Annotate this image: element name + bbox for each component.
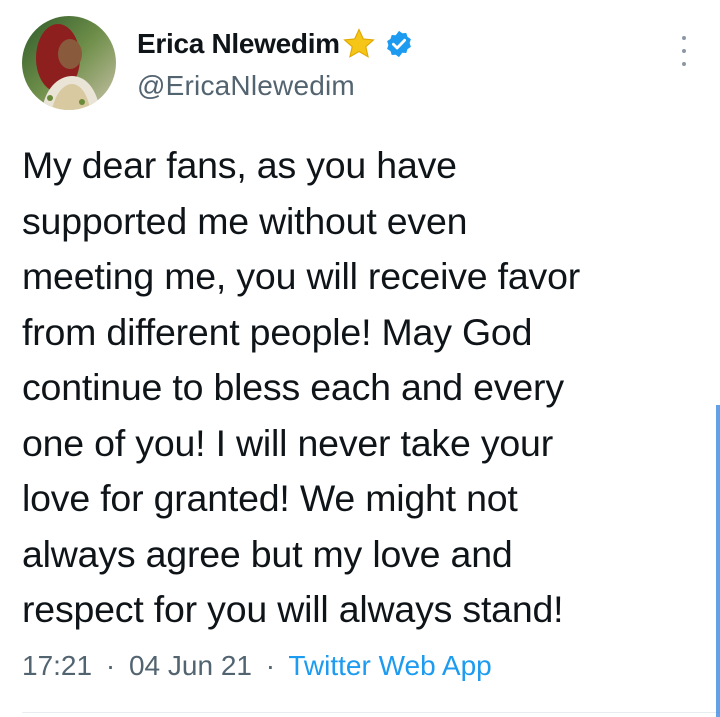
- tweet-source-link[interactable]: Twitter Web App: [288, 650, 491, 681]
- divider: [22, 712, 720, 713]
- display-name-row: Erica Nlewedim: [137, 26, 414, 62]
- star-icon: [342, 28, 375, 58]
- author-names[interactable]: Erica Nlewedim @EricaNlewedim: [137, 26, 414, 102]
- avatar[interactable]: [22, 16, 116, 110]
- tweet-header: Erica Nlewedim @EricaNlewedim: [22, 16, 698, 116]
- tweet-text: My dear fans, as you have supported me w…: [22, 144, 581, 630]
- verified-badge-icon: [386, 30, 411, 58]
- display-name[interactable]: Erica Nlewedim: [137, 28, 340, 60]
- more-vertical-icon[interactable]: [678, 36, 690, 66]
- tweet-meta: 17:21 · 04 Jun 21 · Twitter Web App: [22, 650, 492, 682]
- handle[interactable]: @EricaNlewedim: [137, 70, 414, 102]
- separator: ·: [265, 650, 276, 681]
- separator: ·: [105, 650, 116, 681]
- tweet-time[interactable]: 17:21: [22, 650, 92, 681]
- scrollbar[interactable]: [716, 405, 720, 717]
- tweet-date[interactable]: 04 Jun 21: [129, 650, 252, 681]
